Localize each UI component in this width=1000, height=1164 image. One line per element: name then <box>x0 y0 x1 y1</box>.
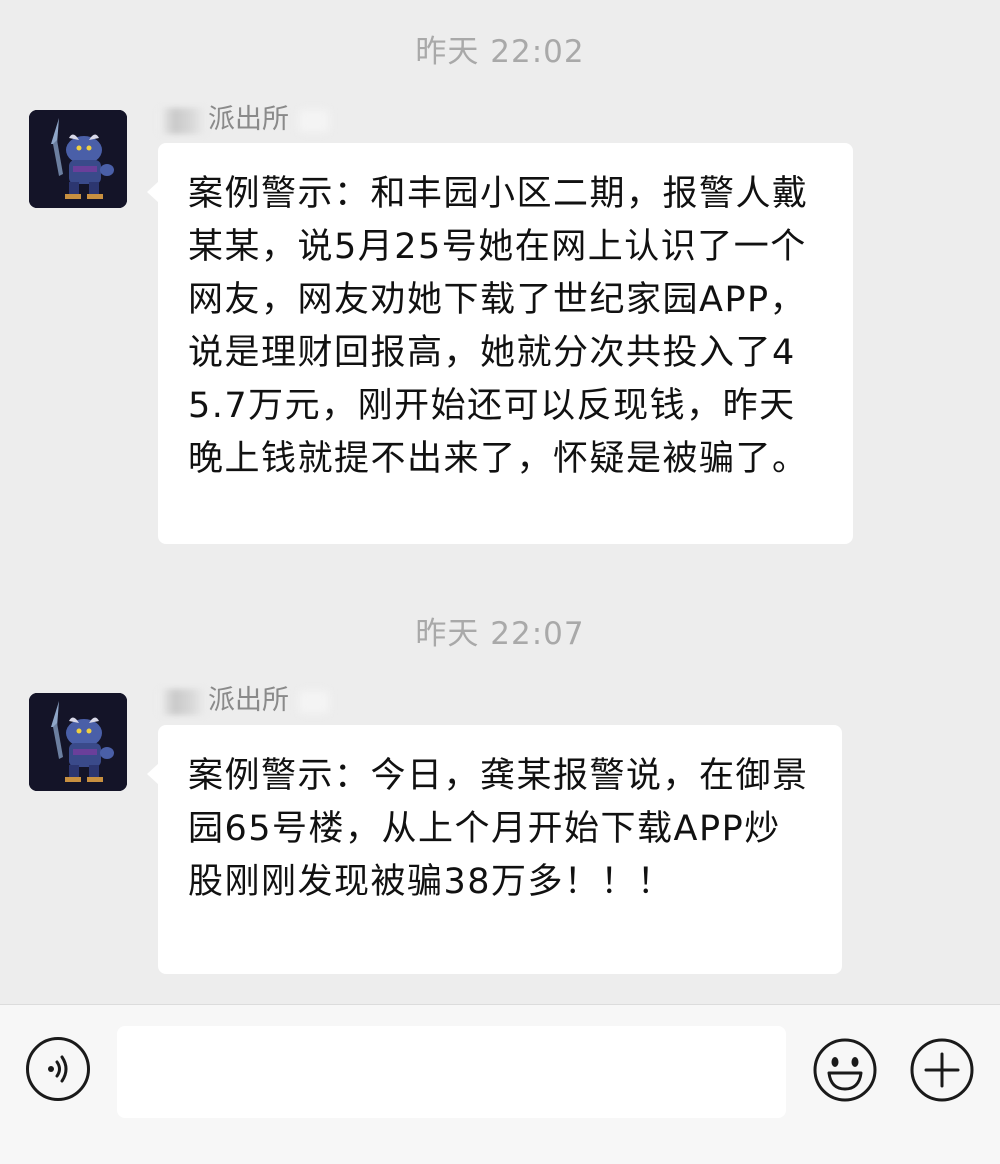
message-timestamp: 昨天 22:07 <box>415 616 585 652</box>
sender-avatar[interactable] <box>29 110 127 208</box>
message-text-input[interactable] <box>117 1026 786 1118</box>
message-bubble[interactable]: 案例警示：今日，龚某报警说，在御景园65号楼，从上个月开始下载APP炒股刚刚发现… <box>147 725 842 974</box>
message-text: 案例警示：和丰园小区二期，报警人戴某某，说5月25号她在网上认识了一个网友，网友… <box>188 174 809 479</box>
emoji-button[interactable] <box>812 1037 878 1103</box>
message-timestamp: 昨天 22:02 <box>415 34 585 70</box>
chat-message-list[interactable]: 昨天 22:02 派出所 案例警示：和丰园小区二期，报警人戴某某，说5月25号她… <box>0 0 1000 1004</box>
redacted-name <box>158 688 206 715</box>
sender-avatar[interactable] <box>29 693 127 791</box>
redacted-name-tail <box>299 109 329 132</box>
message-text: 案例警示：今日，龚某报警说，在御景园65号楼，从上个月开始下载APP炒股刚刚发现… <box>188 756 809 902</box>
sender-name: 派出所 <box>158 687 329 715</box>
voice-icon <box>48 1055 68 1083</box>
redacted-name-tail <box>299 690 329 713</box>
avatar-character-icon <box>29 693 127 791</box>
voice-input-button[interactable] <box>26 1037 90 1101</box>
redacted-name <box>158 107 206 134</box>
emoji-icon <box>813 1038 877 1102</box>
more-actions-button[interactable] <box>909 1037 975 1103</box>
avatar-character-icon <box>29 110 127 208</box>
message-bubble[interactable]: 案例警示：和丰园小区二期，报警人戴某某，说5月25号她在网上认识了一个网友，网友… <box>147 143 853 544</box>
plus-icon <box>910 1038 974 1102</box>
sender-name: 派出所 <box>158 106 329 134</box>
